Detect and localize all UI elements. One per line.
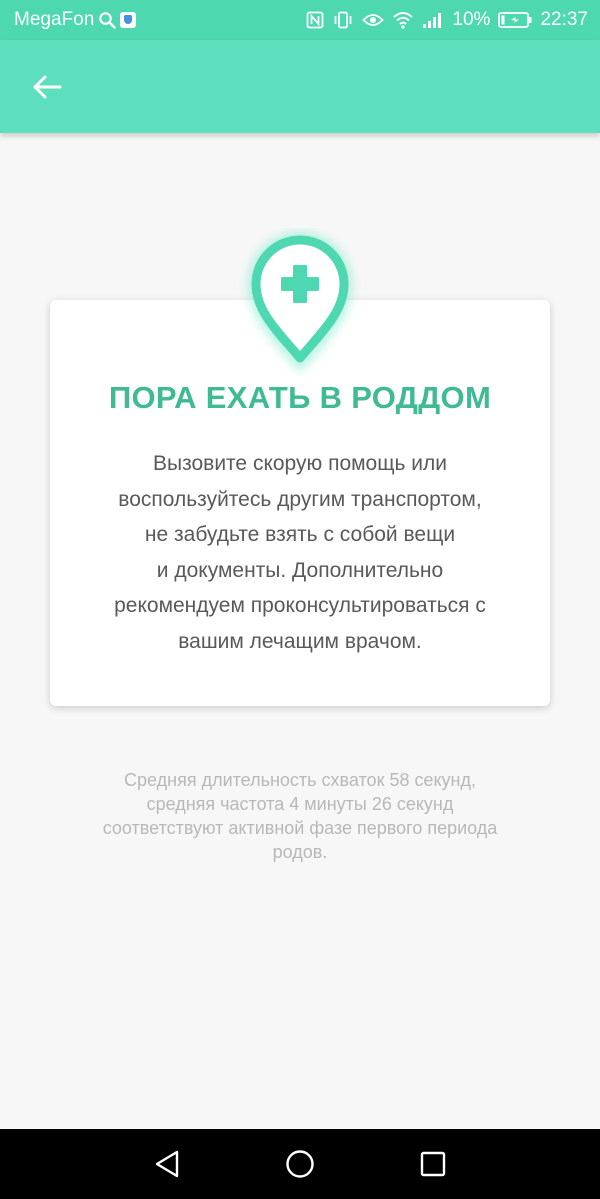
alert-message-line: и документы. Дополнительно	[156, 558, 444, 582]
summary-line: Средняя длительность схваток 58 секунд,	[124, 770, 476, 790]
alert-message: Вызовите скорую помощь или воспользуйтес…	[70, 446, 530, 659]
search-icon	[98, 11, 116, 29]
vibrate-icon	[332, 11, 354, 29]
alert-message-line: не забудьте взять с собой вещи	[144, 523, 456, 546]
battery-percent: 10%	[452, 9, 491, 30]
app-toolbar	[0, 40, 600, 133]
recents-square-icon	[419, 1150, 447, 1178]
summary-line: соответствуют активной фазе первого пери…	[102, 818, 498, 838]
summary-line: средняя частота 4 минуты 26 секунд	[146, 794, 454, 814]
summary-line: родов.	[272, 842, 328, 862]
nav-back-button[interactable]	[146, 1143, 188, 1185]
eye-icon	[362, 12, 385, 28]
carrier-name: MegaFon	[14, 9, 95, 30]
alert-message-line: рекомендуем проконсультироваться с	[114, 594, 486, 617]
nfc-icon	[306, 11, 324, 29]
battery-charging-icon	[498, 11, 532, 29]
clock-time: 22:37	[540, 9, 588, 30]
back-button[interactable]	[24, 64, 70, 110]
system-nav-bar	[0, 1129, 600, 1199]
back-triangle-icon	[153, 1149, 181, 1179]
medical-location-pin-icon	[238, 228, 362, 376]
shield-icon	[120, 12, 137, 28]
status-bar-right: 10% 22:37	[306, 0, 588, 40]
status-bar-left: MegaFon	[14, 0, 137, 40]
arrow-left-icon	[32, 74, 62, 100]
home-circle-icon	[285, 1149, 315, 1179]
alert-message-line: Вызовите скорую помощь или	[152, 452, 448, 475]
alert-message-line: вашим лечащим врачом.	[178, 629, 422, 653]
signal-icon	[422, 11, 444, 29]
contractions-summary: Средняя длительность схваток 58 секунд, …	[40, 768, 560, 864]
nav-recents-button[interactable]	[412, 1143, 454, 1185]
wifi-icon	[392, 11, 414, 29]
alert-message-line: воспользуйтесь другим транспортом,	[118, 487, 482, 511]
status-bar: MegaFon 10% 22:37	[0, 0, 600, 40]
nav-home-button[interactable]	[279, 1143, 321, 1185]
alert-title: ПОРА ЕХАТЬ В РОДДОМ	[108, 380, 492, 415]
